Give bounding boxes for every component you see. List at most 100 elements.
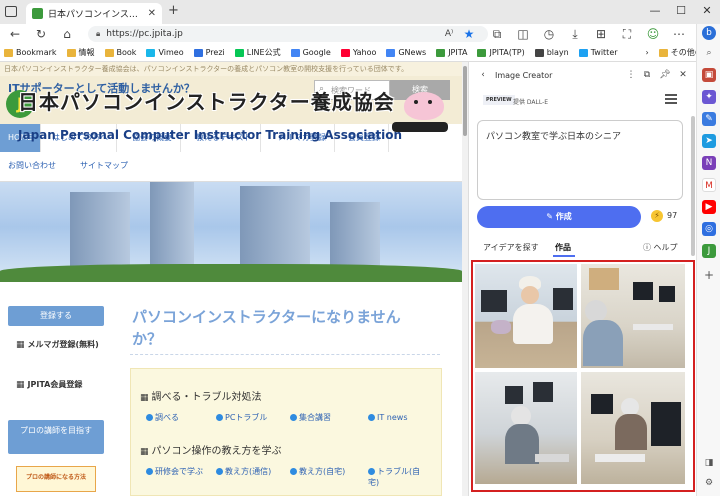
- tab-actions-icon[interactable]: [5, 6, 17, 17]
- more-options-icon[interactable]: ⋮: [625, 70, 637, 80]
- bookmark-item[interactable]: Google: [290, 48, 331, 57]
- section-title: パソコン操作の教え方を学ぶ: [151, 446, 282, 457]
- add-icon[interactable]: +: [702, 268, 716, 282]
- generated-image-4[interactable]: [581, 372, 685, 484]
- open-new-window-icon[interactable]: ⧉: [641, 70, 653, 80]
- face-graphic: [511, 406, 531, 426]
- register-button[interactable]: 登録する: [8, 306, 104, 326]
- create-button[interactable]: ✎ 作成: [477, 206, 641, 228]
- section-link[interactable]: 集合講習: [290, 412, 331, 423]
- bookmark-item[interactable]: Book: [104, 48, 136, 57]
- prompt-input[interactable]: パソコン教室で学ぶ日本のシニア: [477, 120, 683, 200]
- settings-gear-icon[interactable]: ⚙: [702, 476, 716, 490]
- tools-icon[interactable]: ✦: [702, 90, 716, 104]
- address-bar[interactable]: 🔒︎ https://pc.jpita.jp: [88, 26, 488, 42]
- close-panel-icon[interactable]: ✕: [677, 70, 689, 80]
- bookmark-item[interactable]: Prezi: [193, 48, 225, 57]
- youtube-icon[interactable]: ▶: [702, 200, 716, 214]
- section-link[interactable]: 教え方(自宅): [290, 466, 345, 477]
- monitor-graphic: [659, 286, 675, 302]
- minimize-button[interactable]: —: [645, 4, 665, 17]
- bookmarks-more-button[interactable]: ›: [646, 48, 649, 57]
- generated-image-2[interactable]: [581, 264, 685, 368]
- generated-image-1[interactable]: [475, 264, 577, 368]
- pro-instructor-button[interactable]: プロの講師を目指す: [8, 420, 104, 454]
- back-icon[interactable]: ‹: [477, 70, 489, 80]
- help-link[interactable]: ⓘ ヘルプ: [643, 242, 678, 253]
- section-link[interactable]: 教え方(通信): [216, 466, 271, 477]
- bookmark-item[interactable]: Twitter: [578, 48, 618, 57]
- bookmark-item[interactable]: Vimeo: [146, 48, 184, 57]
- collections-icon[interactable]: ⊞: [592, 25, 610, 43]
- maximize-button[interactable]: ☐: [671, 4, 691, 17]
- more-menu-icon[interactable]: ⋯: [670, 25, 688, 43]
- bookmark-item[interactable]: JPITA(TP): [477, 48, 525, 57]
- section-title: 調べる・トラブル対処法: [151, 392, 262, 403]
- check-icon: [146, 414, 153, 421]
- download-icon[interactable]: ⤓: [566, 25, 584, 43]
- nav-sitemap[interactable]: サイトマップ: [72, 152, 136, 180]
- split-screen-icon[interactable]: ◫: [514, 25, 532, 43]
- new-tab-button[interactable]: +: [168, 3, 179, 18]
- home-icon[interactable]: ⌂: [58, 25, 76, 43]
- profile-icon[interactable]: ☺: [644, 25, 662, 43]
- bookmark-item[interactable]: LINE公式: [234, 47, 281, 58]
- generated-image-3[interactable]: [475, 372, 577, 484]
- outlook-icon[interactable]: ◎: [702, 222, 716, 236]
- jpita-icon[interactable]: J: [702, 244, 716, 258]
- refresh-icon[interactable]: ↻: [32, 25, 50, 43]
- search-icon[interactable]: ⌕: [702, 46, 716, 60]
- section-link[interactable]: トラブル(自宅): [368, 466, 428, 488]
- pin-icon[interactable]: 📌︎: [659, 70, 671, 80]
- bookmark-item[interactable]: blayn: [534, 48, 569, 57]
- section-link[interactable]: IT news: [368, 412, 408, 423]
- grid-icon: ▦: [140, 447, 149, 457]
- close-tab-icon[interactable]: ✕: [148, 8, 156, 19]
- extensions-icon[interactable]: ⧉: [488, 25, 506, 43]
- hamburger-menu-icon[interactable]: [665, 94, 677, 106]
- bookmark-item[interactable]: 情報: [66, 47, 95, 58]
- section-link[interactable]: 調べる: [146, 412, 179, 423]
- monitor-graphic: [533, 382, 553, 402]
- check-icon: [290, 468, 297, 475]
- browser-tab[interactable]: 日本パソコンインストラクター養成協会 ✕: [26, 3, 162, 24]
- preview-badge: PREVIEW: [483, 95, 515, 105]
- back-icon[interactable]: ←: [6, 25, 24, 43]
- bookmark-item[interactable]: Yahoo: [340, 48, 376, 57]
- check-icon: [216, 468, 223, 475]
- send-icon[interactable]: ➤: [702, 134, 716, 148]
- person-graphic: [513, 304, 553, 344]
- board-graphic: [589, 268, 619, 290]
- bookmark-item[interactable]: Bookmark: [4, 48, 57, 57]
- nav-contact[interactable]: お問い合わせ: [0, 152, 64, 180]
- member-link[interactable]: ▦ JPITA会員登録: [16, 378, 100, 392]
- read-aloud-icon[interactable]: A⁾: [440, 25, 458, 43]
- monitor-graphic: [505, 386, 523, 404]
- bing-copilot-icon[interactable]: b: [702, 26, 716, 40]
- shopping-icon[interactable]: ▣: [702, 68, 716, 82]
- hide-sidebar-icon[interactable]: ◨: [702, 456, 716, 470]
- provider-label: 提供 DALL-E: [513, 99, 549, 106]
- section-link[interactable]: 研修会で学ぶ: [146, 466, 210, 477]
- create-label: 作成: [555, 212, 572, 221]
- tab-strip: 日本パソコンインストラクター養成協会 ✕ + — ☐ ✕: [0, 0, 720, 24]
- mailmag-link[interactable]: ▦ メルマガ登録(無料): [16, 338, 100, 352]
- close-window-button[interactable]: ✕: [697, 4, 717, 17]
- section-heading: ▦ パソコン操作の教え方を学ぶ: [140, 442, 282, 457]
- grid-icon: ▦: [16, 340, 25, 350]
- favorite-star-icon[interactable]: ★: [460, 25, 478, 43]
- section-link[interactable]: PCトラブル: [216, 412, 267, 423]
- panel-scrollbar[interactable]: [691, 116, 695, 256]
- image-creator-icon[interactable]: ✎: [702, 112, 716, 126]
- history-icon[interactable]: ◷: [540, 25, 558, 43]
- bookmark-item[interactable]: GNews: [386, 48, 426, 57]
- address-toolbar: ← ↻ ⌂ 🔒︎ https://pc.jpita.jp A⁾ ★ ⧉ ◫ ◷ …: [0, 24, 720, 44]
- screenshot-icon[interactable]: ⛶: [618, 25, 636, 43]
- tab-explore-ideas[interactable]: アイデアを探す: [483, 242, 539, 253]
- tab-creations[interactable]: 作品: [555, 242, 571, 253]
- gmail-icon[interactable]: M: [702, 178, 716, 192]
- page-scrollbar-thumb[interactable]: [463, 66, 467, 136]
- bookmark-label: JPITA(TP): [489, 48, 525, 57]
- onenote-icon[interactable]: N: [702, 156, 716, 170]
- bookmark-item[interactable]: JPITA: [436, 48, 467, 57]
